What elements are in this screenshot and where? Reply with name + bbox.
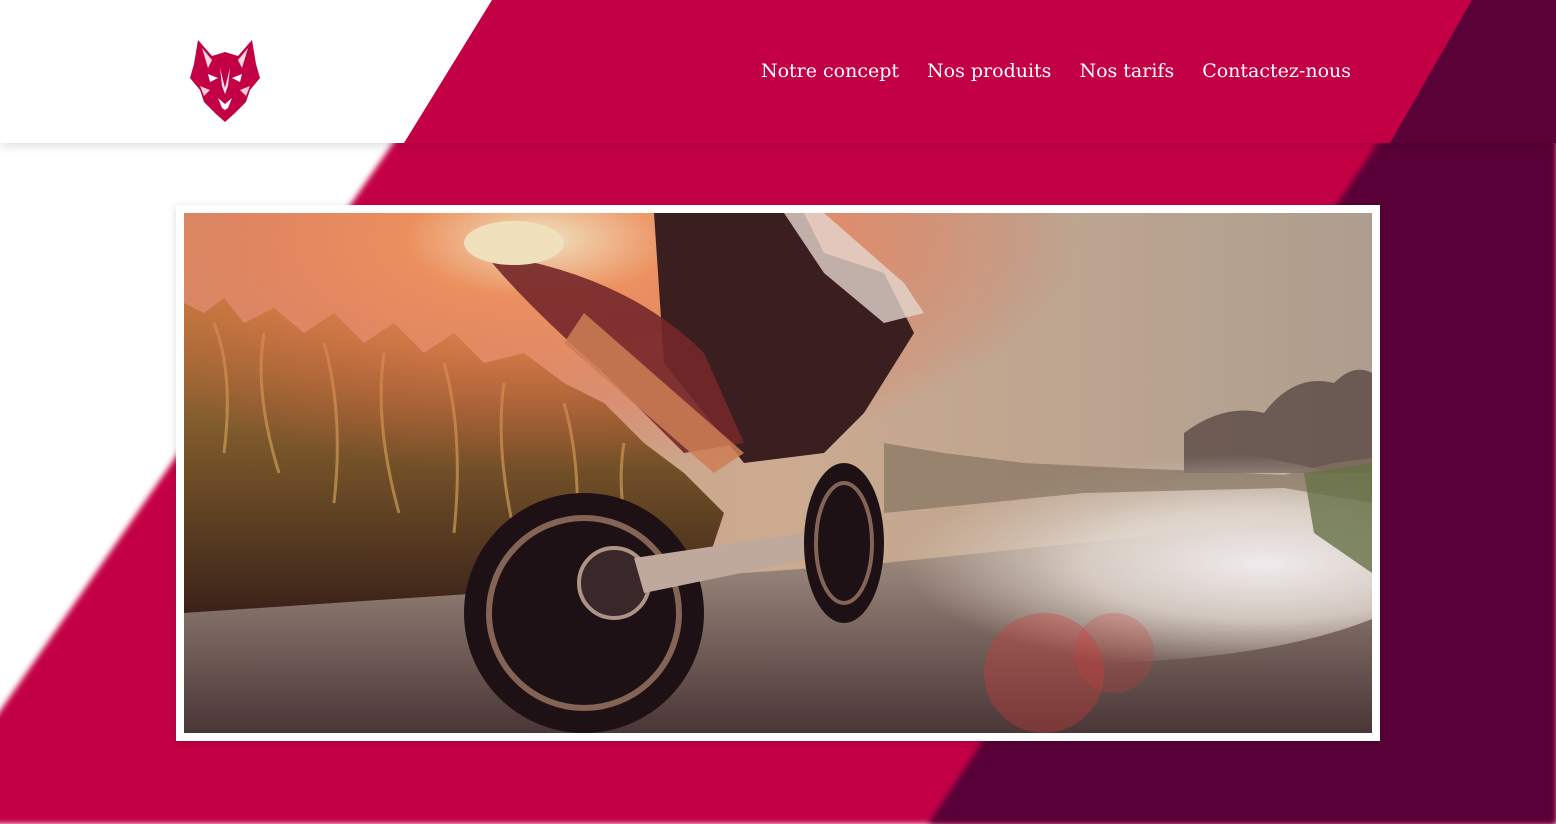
nav-link-nos-produits[interactable]: Nos produits <box>927 58 1051 84</box>
wolf-head-icon[interactable] <box>190 38 260 122</box>
hero-image-frame <box>176 205 1380 741</box>
site-header: Notre concept Nos produits Nos tarifs Co… <box>0 0 1556 143</box>
main-navigation: Notre concept Nos produits Nos tarifs Co… <box>761 58 1351 84</box>
nav-link-nos-tarifs[interactable]: Nos tarifs <box>1079 58 1174 84</box>
nav-link-contactez-nous[interactable]: Contactez-nous <box>1202 58 1351 84</box>
hero-motorcycle-photo <box>184 213 1372 733</box>
nav-link-notre-concept[interactable]: Notre concept <box>761 58 899 84</box>
